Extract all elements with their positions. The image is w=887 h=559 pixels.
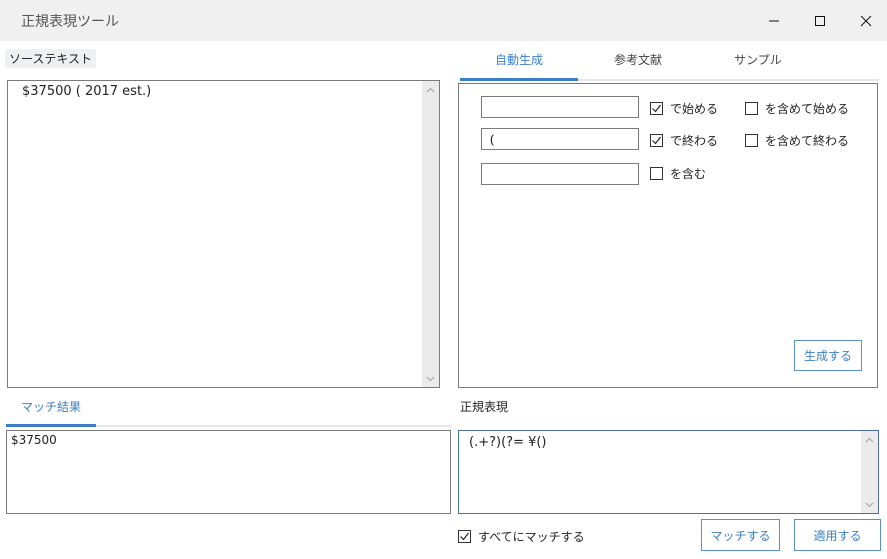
checkbox-box — [745, 134, 758, 147]
generate-button[interactable]: 生成する — [794, 340, 862, 371]
match-result-content: $37500 — [11, 433, 57, 447]
checkbox-box — [650, 167, 663, 180]
tab-strip-line — [578, 79, 879, 81]
ends-with-checkbox[interactable]: で終わる — [650, 132, 718, 149]
starts-with-include-label: を含めて始める — [765, 102, 850, 116]
checkmark-icon — [460, 532, 469, 541]
close-icon — [860, 15, 872, 26]
source-scrollbar[interactable] — [422, 81, 439, 387]
tab-sample-label: サンプル — [734, 53, 782, 67]
contains-input[interactable] — [481, 163, 639, 185]
tab-references[interactable]: 参考文献 — [578, 51, 698, 79]
title-bar: 正規表現ツール — [0, 0, 887, 41]
regex-textarea[interactable]: (.+?)(?= ¥() — [458, 430, 879, 514]
window-title: 正規表現ツール — [21, 14, 119, 30]
checkbox-box — [650, 102, 663, 115]
tab-references-label: 参考文献 — [613, 53, 662, 67]
contains-label: を含む — [670, 167, 707, 181]
regex-label: 正規表現 — [460, 400, 509, 414]
ends-with-include-label: を含めて終わる — [765, 134, 850, 148]
match-tab-indicator — [6, 424, 96, 427]
checkmark-icon — [652, 104, 661, 113]
tab-sample[interactable]: サンプル — [698, 51, 818, 79]
source-text-content: $37500 ( 2017 est.) — [22, 84, 152, 99]
source-text-label: ソーステキスト — [5, 49, 97, 68]
minimize-button[interactable] — [751, 0, 797, 41]
maximize-button[interactable] — [797, 0, 843, 41]
source-textarea[interactable]: $37500 ( 2017 est.) — [7, 80, 440, 388]
ends-with-include-checkbox[interactable]: を含めて終わる — [745, 132, 849, 149]
checkbox-box — [745, 102, 758, 115]
match-button[interactable]: マッチする — [701, 519, 780, 551]
regex-content: (.+?)(?= ¥() — [469, 435, 547, 450]
starts-with-include-checkbox[interactable]: を含めて始める — [745, 100, 849, 117]
match-result-textarea[interactable]: $37500 — [6, 430, 451, 514]
apply-button[interactable]: 適用する — [794, 519, 881, 551]
checkbox-box — [650, 134, 663, 147]
checkmark-icon — [652, 136, 661, 145]
tab-auto-generate[interactable]: 自動生成 — [460, 51, 578, 79]
maximize-icon — [815, 15, 825, 26]
starts-with-checkbox[interactable]: で始める — [650, 100, 718, 117]
match-tab-line — [96, 425, 451, 427]
scroll-down-icon[interactable] — [422, 370, 439, 387]
scroll-down-icon[interactable] — [861, 496, 878, 513]
starts-with-input[interactable] — [481, 96, 639, 118]
tab-auto-generate-label: 自動生成 — [494, 53, 543, 67]
minimize-icon — [769, 20, 779, 21]
regex-scrollbar[interactable] — [861, 431, 878, 513]
checkbox-box — [458, 530, 471, 543]
starts-with-label: で始める — [670, 102, 719, 116]
contains-checkbox[interactable]: を含む — [650, 165, 706, 182]
active-tab-indicator — [460, 78, 578, 81]
close-button[interactable] — [843, 0, 887, 41]
ends-with-input[interactable] — [481, 128, 639, 150]
match-all-checkbox[interactable]: すべてにマッチする — [458, 528, 585, 545]
scroll-up-icon[interactable] — [422, 81, 439, 98]
match-all-label: すべてにマッチする — [478, 530, 585, 544]
scroll-up-icon[interactable] — [861, 431, 878, 448]
ends-with-label: で終わる — [670, 134, 719, 148]
tab-match-result[interactable]: マッチ結果 — [21, 398, 81, 415]
